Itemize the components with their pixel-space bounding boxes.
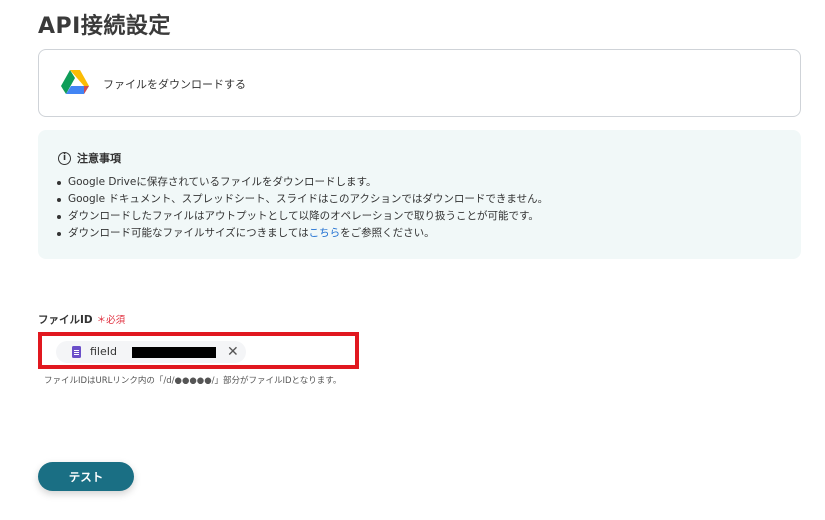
notice-item: Google Driveに保存されているファイルをダウンロードします。 (54, 174, 548, 191)
notice-item: ダウンロード可能なファイルサイズにつきましてはこちらをご参照ください。 (54, 225, 548, 242)
file-id-chip[interactable]: fileId ✕ (56, 341, 246, 363)
chip-label: fileId (90, 345, 117, 358)
info-icon: i (58, 151, 71, 165)
page-title: API接続設定 (38, 14, 171, 39)
redacted-value (132, 347, 216, 358)
notice-item-text: をご参照ください。 (340, 227, 435, 239)
notice-title: 注意事項 (77, 152, 121, 165)
test-button[interactable]: テスト (38, 462, 134, 491)
notice-item: ダウンロードしたファイルはアウトプットとして以降のオペレーションで取り扱うことが… (54, 208, 548, 225)
close-icon[interactable]: ✕ (227, 343, 239, 361)
action-label: ファイルをダウンロードする (103, 78, 246, 91)
notice-item-text: ダウンロード可能なファイルサイズにつきましては (68, 227, 309, 239)
helper-text: ファイルIDはURLリンク内の「/d/●●●●●/」部分がファイルIDとなります… (44, 376, 342, 386)
action-card[interactable]: ファイルをダウンロードする (38, 49, 801, 117)
document-icon (72, 346, 81, 358)
required-badge: ＊必須 (96, 315, 126, 326)
file-size-link[interactable]: こちら (309, 227, 341, 239)
notice-box: i 注意事項 Google Driveに保存されているファイルをダウンロードしま… (38, 130, 801, 259)
file-id-field[interactable]: fileId ✕ (38, 332, 359, 369)
google-drive-icon (61, 70, 89, 94)
notice-header: i 注意事項 (58, 150, 121, 166)
page: API接続設定 ファイルをダウンロードする i 注意事項 Google Driv… (0, 0, 825, 520)
notice-list: Google Driveに保存されているファイルをダウンロードします。 Goog… (54, 174, 548, 242)
file-id-label: ファイルID ＊必須 (38, 312, 125, 327)
field-label-text: ファイルID (38, 314, 93, 326)
notice-item: Google ドキュメント、スプレッドシート、スライドはこのアクションではダウン… (54, 191, 548, 208)
